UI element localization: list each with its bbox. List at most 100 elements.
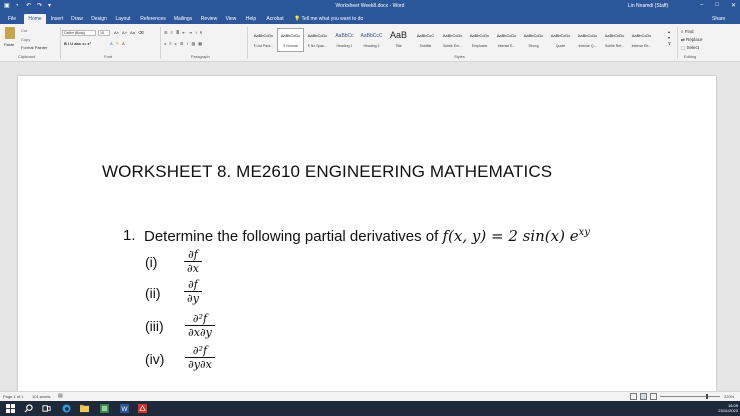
borders-icon[interactable]: ▦ bbox=[198, 41, 202, 46]
style-name: Heading 2 bbox=[363, 44, 380, 48]
tab-references[interactable]: References bbox=[138, 14, 168, 24]
tab-home[interactable]: Home bbox=[24, 14, 46, 24]
web-layout-icon[interactable] bbox=[650, 393, 657, 400]
text-effects-icon[interactable]: A bbox=[110, 41, 113, 46]
tab-acrobat[interactable]: Acrobat bbox=[263, 14, 287, 24]
close-button[interactable]: ✕ bbox=[731, 2, 736, 9]
style-gallery-item[interactable]: AaBbCcC Heading 2 bbox=[358, 28, 385, 52]
sort-icon[interactable]: ↕ bbox=[195, 30, 197, 35]
question-prompt: Determine the following partial derivati… bbox=[144, 228, 439, 245]
align-center-icon[interactable]: ≡ bbox=[169, 41, 171, 46]
style-gallery-item[interactable]: AaBbCcDc Intense E... bbox=[493, 28, 520, 52]
grow-font-icon[interactable]: A˄ bbox=[114, 30, 119, 35]
justify-icon[interactable]: ☰ bbox=[180, 41, 184, 46]
highlight-icon[interactable]: ✎ bbox=[116, 41, 119, 46]
tab-design[interactable]: Design bbox=[89, 14, 109, 24]
show-marks-icon[interactable]: ¶ bbox=[200, 30, 202, 35]
select-button[interactable]: ⬚ Select bbox=[681, 44, 703, 52]
style-gallery-item[interactable]: AaBbCcDc ¶ Normal bbox=[277, 28, 304, 52]
style-gallery-item[interactable]: AaBbCcDc Subtle Em... bbox=[439, 28, 466, 52]
find-label: Find bbox=[684, 29, 694, 34]
minimize-button[interactable]: – bbox=[700, 2, 703, 9]
styles-up-icon[interactable]: ▴ bbox=[668, 29, 671, 34]
shrink-font-icon[interactable]: A˅ bbox=[122, 30, 127, 35]
multilevel-list-icon[interactable]: ≣ bbox=[176, 30, 179, 35]
tab-draw[interactable]: Draw bbox=[69, 14, 85, 24]
read-mode-icon[interactable] bbox=[630, 393, 637, 400]
word-app-icon[interactable]: W bbox=[120, 404, 129, 413]
edge-browser-icon[interactable] bbox=[62, 404, 71, 413]
account-name[interactable]: Lin Nnamdi (Staff) bbox=[628, 3, 668, 9]
page-count[interactable]: Page 1 of 1 bbox=[3, 394, 23, 399]
zoom-slider[interactable] bbox=[660, 396, 720, 397]
style-gallery-item[interactable]: AaBbCcDc Subtle Ref... bbox=[601, 28, 628, 52]
ribbon-tab-bar: File Home Insert Draw Design Layout Refe… bbox=[0, 13, 740, 24]
system-clock[interactable]: 18:05 23/11/2023 bbox=[712, 403, 738, 413]
increase-indent-icon[interactable]: ⇥ bbox=[189, 30, 192, 35]
zoom-slider-thumb[interactable] bbox=[706, 394, 708, 399]
view-buttons bbox=[630, 393, 657, 400]
tell-me-box[interactable]: 💡 Tell me what you want to do bbox=[294, 14, 363, 24]
decrease-indent-icon[interactable]: ⇤ bbox=[182, 30, 185, 35]
windows-start-icon[interactable] bbox=[6, 404, 15, 413]
tab-insert[interactable]: Insert bbox=[48, 14, 66, 24]
file-explorer-icon[interactable] bbox=[80, 404, 89, 413]
paste-button[interactable]: Paste bbox=[3, 27, 17, 49]
task-view-icon[interactable] bbox=[42, 404, 51, 413]
style-gallery-item[interactable]: AaBbCcDc ¶ No Spac... bbox=[304, 28, 331, 52]
align-left-icon[interactable]: ⫷ bbox=[164, 41, 166, 46]
style-gallery-item[interactable]: AaB Title bbox=[385, 28, 412, 52]
spreadsheet-app-icon[interactable] bbox=[100, 404, 109, 413]
style-sample: AaBbCcC bbox=[416, 33, 435, 38]
font-format-buttons[interactable]: B I U abc x₂ x² bbox=[64, 41, 91, 46]
style-gallery-item[interactable]: AaBbCcDc Emphasis bbox=[466, 28, 493, 52]
copy-button[interactable]: Copy bbox=[21, 37, 30, 42]
font-color-icon[interactable]: A bbox=[122, 41, 125, 46]
style-gallery-item[interactable]: AaBbCcDc Strong bbox=[520, 28, 547, 52]
style-gallery-item[interactable]: AaBbCcDc Intense Q... bbox=[574, 28, 601, 52]
clock-date: 23/11/2023 bbox=[718, 408, 738, 413]
replace-button[interactable]: ⇄ Replace bbox=[681, 36, 703, 44]
change-case-icon[interactable]: Aa bbox=[130, 30, 135, 35]
clear-formatting-icon[interactable]: ⌫ bbox=[138, 30, 144, 35]
shading-icon[interactable]: ▨ bbox=[191, 41, 195, 46]
search-icon[interactable] bbox=[24, 404, 33, 413]
find-button[interactable]: ⌕ Find bbox=[681, 28, 703, 36]
line-spacing-icon[interactable]: ↕ bbox=[186, 41, 188, 46]
tab-layout[interactable]: Layout bbox=[113, 14, 133, 24]
font-color-controls: A ✎ A bbox=[110, 41, 125, 46]
font-name-box[interactable]: Calibri (Body) bbox=[62, 30, 96, 36]
ribbon-home: Paste Cut Copy Format Painter Clipboard … bbox=[0, 24, 740, 62]
bullets-icon[interactable]: ☰ bbox=[164, 30, 168, 35]
style-gallery-item[interactable]: AaBbCcC Subtitle bbox=[412, 28, 439, 52]
tab-help[interactable]: Help bbox=[243, 14, 259, 24]
cut-button[interactable]: Cut bbox=[21, 28, 27, 33]
styles-more-icon[interactable]: ⊽ bbox=[668, 41, 671, 46]
word-count[interactable]: 101 words bbox=[32, 394, 50, 399]
zoom-level[interactable]: 220% bbox=[724, 394, 734, 399]
numbering-icon[interactable]: ≡ bbox=[171, 30, 173, 35]
fraction-denominator: ∂x bbox=[187, 262, 199, 275]
tab-review[interactable]: Review bbox=[199, 14, 219, 24]
share-label: Share bbox=[712, 16, 726, 22]
style-gallery-item[interactable]: AaBbCc Heading 1 bbox=[331, 28, 358, 52]
title-bar: ▣ ◔ ↶ ↷ ▾ Worksheet Week8.docx - Word Li… bbox=[0, 0, 740, 13]
tab-mailings[interactable]: Mailings bbox=[171, 14, 195, 24]
proofing-icon[interactable]: ▤ bbox=[58, 393, 63, 399]
tab-file[interactable]: File bbox=[4, 14, 20, 24]
maximize-button[interactable]: □ bbox=[715, 2, 719, 9]
format-painter-button[interactable]: Format Painter bbox=[21, 45, 47, 50]
style-sample: AaBbCcDc bbox=[280, 33, 301, 38]
share-button[interactable]: Share bbox=[712, 14, 725, 24]
style-gallery-item[interactable]: AaBbCcDc Intense Re... bbox=[628, 28, 655, 52]
font-size-box[interactable]: 18 bbox=[98, 30, 110, 36]
print-layout-icon[interactable] bbox=[640, 393, 647, 400]
align-right-icon[interactable]: ⫸ bbox=[175, 41, 177, 46]
editing-group: ⌕ Find ⇄ Replace ⬚ Select bbox=[681, 28, 703, 52]
style-gallery-item[interactable]: AaBbCcDc Quote bbox=[547, 28, 574, 52]
style-gallery-item[interactable]: AaBbCcDc ¶ List Para... bbox=[250, 28, 277, 52]
styles-down-icon[interactable]: ▾ bbox=[668, 35, 671, 40]
fraction-df-dx: ∂f ∂x bbox=[183, 248, 203, 275]
pdf-app-icon[interactable] bbox=[138, 404, 147, 413]
tab-view[interactable]: View bbox=[223, 14, 239, 24]
